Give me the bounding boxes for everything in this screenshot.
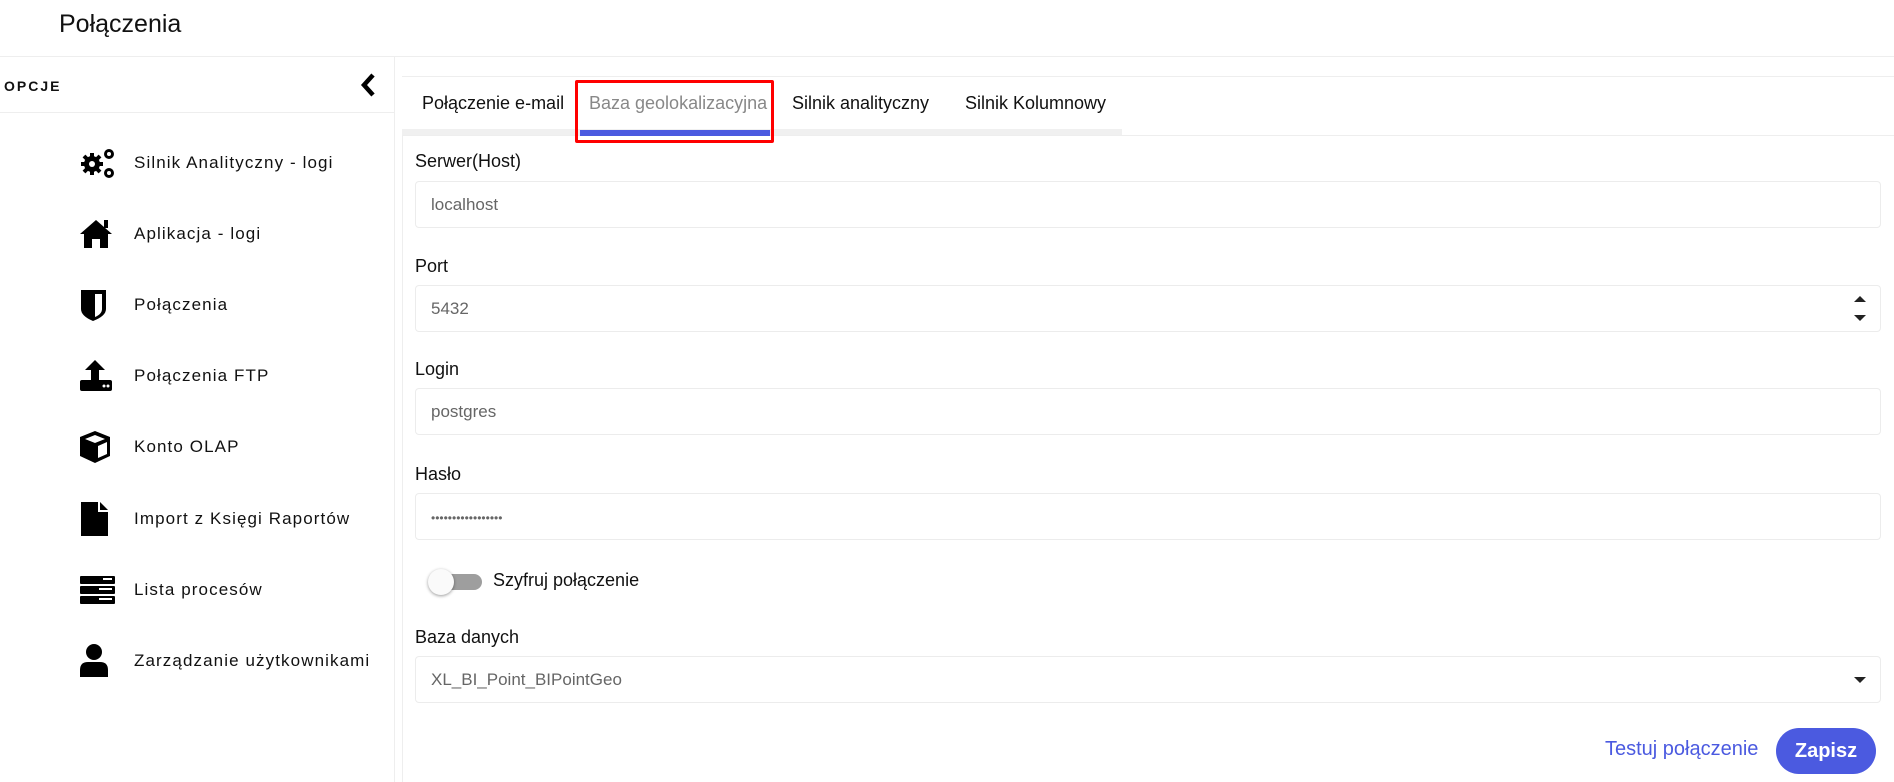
sidebar-item-lista-procesow[interactable]: Lista procesów [78,570,262,610]
highlight-box [575,80,774,143]
server-icon [80,576,115,604]
host-label: Serwer(Host) [415,151,522,171]
shield-icon [81,290,106,321]
database-value: XL_BI_Point_BIPointGeo [431,670,622,689]
chevron-left-icon[interactable] [358,72,378,98]
sidebar-item-label: Silnik Analityczny - logi [134,153,334,172]
port-label: Port [415,256,449,276]
page-title: Połączenia [59,10,182,38]
login-label: Login [415,359,460,379]
sidebar-item-label: Lista procesów [134,580,263,599]
increment-icon[interactable] [1854,296,1866,302]
sidebar-heading: OPCJE [4,78,62,94]
upload-icon [80,360,112,391]
user-icon [80,644,108,677]
sidebar-item-aplikacja-logi[interactable]: Aplikacja - logi [78,214,260,254]
sidebar-item-label: Połączenia FTP [134,366,270,385]
password-label: Hasło [415,464,462,484]
gears-icon [81,149,114,178]
login-input[interactable]: postgres [415,388,1881,435]
database-select[interactable]: XL_BI_Point_BIPointGeo [415,656,1881,703]
test-connection-button[interactable]: Testuj połączenie [1605,738,1758,761]
sidebar-item-label: Aplikacja - logi [134,224,262,243]
sidebar-item-konto-olap[interactable]: Konto OLAP [78,427,238,467]
database-label: Baza danych [415,627,520,647]
port-input[interactable]: 5432 [415,285,1881,332]
encrypt-toggle[interactable] [428,569,483,595]
sidebar-item-import[interactable]: Import z Księgi Raportów [78,499,349,539]
sidebar-item-label: Import z Księgi Raportów [134,509,351,528]
tab-analytics-engine[interactable]: Silnik analityczny [792,93,929,114]
tab-email[interactable]: Połączenie e-mail [422,93,564,114]
sidebar-item-silnik-logi[interactable]: Silnik Analityczny - logi [78,143,332,183]
port-value: 5432 [431,299,469,318]
sidebar-item-label: Połączenia [134,295,229,314]
sidebar-item-polaczenia-ftp[interactable]: Połączenia FTP [78,356,268,396]
host-input[interactable]: localhost [415,181,1881,228]
dropdown-caret-icon [1854,677,1866,683]
sidebar-divider [0,112,395,113]
sidebar-item-uzytkownicy[interactable]: Zarządzanie użytkownikami [78,641,369,681]
cube-icon [80,431,110,463]
sidebar-item-polaczenia[interactable]: Połączenia [78,285,227,325]
decrement-icon[interactable] [1854,315,1866,321]
save-button[interactable]: Zapisz [1776,728,1876,774]
encrypt-label: Szyfruj połączenie [493,570,640,590]
tab-columnar-engine[interactable]: Silnik Kolumnowy [965,93,1106,114]
password-input[interactable]: ••••••••••••••••• [415,493,1881,540]
sidebar-item-label: Zarządzanie użytkownikami [134,651,371,670]
sidebar-item-label: Konto OLAP [134,437,240,456]
home-icon [80,220,112,248]
file-icon [81,502,108,536]
